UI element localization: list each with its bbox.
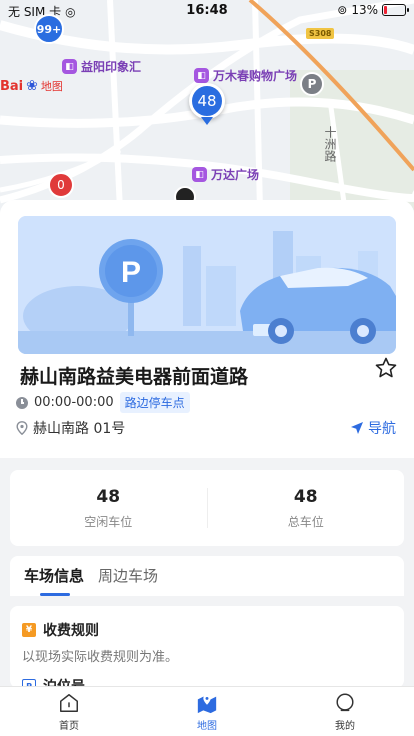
clock-icon <box>16 396 28 409</box>
parking-sign-letter: P <box>121 256 141 289</box>
baidu-logo: Bai ❀ 地图 <box>0 78 63 94</box>
fee-rules-title: 收费规则 <box>43 623 99 639</box>
poi-label: 益阳印象汇 <box>81 60 142 74</box>
poi-label: 万木春购物广场 <box>213 69 298 83</box>
parking-marker-full[interactable]: 0 <box>48 172 74 198</box>
lock-rotation-icon: ⊚ <box>337 3 348 17</box>
road-label: 十洲路 <box>323 126 337 162</box>
nav-home[interactable]: 首页 <box>0 687 138 736</box>
shopping-bag-icon: ◧ <box>192 167 207 182</box>
parking-marker-grey[interactable]: P <box>300 72 324 96</box>
detail-tabs: 车场信息 周边车场 <box>10 556 404 596</box>
address-row: 赫山南路 01号 <box>16 418 125 438</box>
cluster-marker[interactable]: 99+ <box>34 14 64 44</box>
highway-shield: S308 <box>306 28 335 39</box>
favorite-star-icon[interactable] <box>374 356 398 380</box>
profile-icon <box>336 693 354 711</box>
navigation-arrow-icon <box>351 422 363 434</box>
nav-profile[interactable]: 我的 <box>276 687 414 736</box>
shopping-bag-icon: ◧ <box>194 68 209 83</box>
poi-wanmuchun[interactable]: ◧ 万木春购物广场 <box>194 67 297 84</box>
tab-nearby-lots[interactable]: 周边车场 <box>98 556 158 596</box>
total-spaces-stat: 48 总车位 <box>208 470 405 546</box>
parking-banner: P <box>18 216 396 354</box>
opening-hours: 00:00-00:00 路边停车点 <box>16 392 190 413</box>
marker-count: 48 <box>197 92 217 110</box>
map-view[interactable]: 无 SIM 卡 ◎ 16:48 ⊚ 13% 99+ S308 ◧ 益阳印象汇 ◧… <box>0 0 414 210</box>
navigate-label: 导航 <box>368 421 396 437</box>
free-spaces-label: 空闲车位 <box>84 514 133 529</box>
fee-rules-text: 以现场实际收费规则为准。 <box>22 650 179 665</box>
map-pin-icon <box>197 694 217 713</box>
status-bar: 无 SIM 卡 ◎ 16:48 ⊚ 13% <box>0 0 414 22</box>
free-spaces-stat: 48 空闲车位 <box>10 470 207 546</box>
navigate-button[interactable]: 导航 <box>350 418 396 438</box>
lot-info-card: ¥ 收费规则 以现场实际收费规则为准。 P 泊位号 <box>10 606 404 688</box>
address-text: 赫山南路 01号 <box>33 421 126 437</box>
poi-label: 万达广场 <box>211 168 260 182</box>
total-spaces-count: 48 <box>293 486 318 507</box>
selected-parking-marker[interactable]: 48 <box>189 83 225 129</box>
hours-text: 00:00-00:00 <box>34 395 114 410</box>
shopping-bag-icon: ◧ <box>62 59 77 74</box>
tab-lot-info[interactable]: 车场信息 <box>24 556 84 596</box>
home-icon <box>60 693 78 712</box>
poi-yiyang[interactable]: ◧ 益阳印象汇 <box>62 58 141 75</box>
battery-percent: 13% <box>351 3 378 17</box>
space-stats-card: 48 空闲车位 48 总车位 <box>10 470 404 546</box>
fee-rules-heading: ¥ 收费规则 <box>22 620 99 640</box>
poi-wanda[interactable]: ◧ 万达广场 <box>192 166 259 183</box>
parking-type-badge: 路边停车点 <box>119 392 190 413</box>
battery-icon <box>382 4 409 16</box>
free-spaces-count: 48 <box>96 486 121 507</box>
bottom-navigation: 首页 地图 我的 <box>0 686 414 736</box>
location-pin-icon <box>16 421 28 435</box>
fee-icon: ¥ <box>22 623 36 637</box>
nav-map-label: 地图 <box>197 720 217 732</box>
parking-lot-name: 赫山南路益美电器前面道路 <box>20 366 249 388</box>
nav-profile-label: 我的 <box>335 720 355 732</box>
nav-map[interactable]: 地图 <box>138 687 276 736</box>
nav-home-label: 首页 <box>59 720 79 732</box>
parking-illustration: P <box>18 216 396 354</box>
baidu-paw-icon: ❀ <box>26 78 38 94</box>
total-spaces-label: 总车位 <box>287 514 324 529</box>
parking-detail-sheet: P 赫山南路益美电器前面道路 00:00-00:00 路边停车点 赫山南路 01… <box>0 200 414 458</box>
